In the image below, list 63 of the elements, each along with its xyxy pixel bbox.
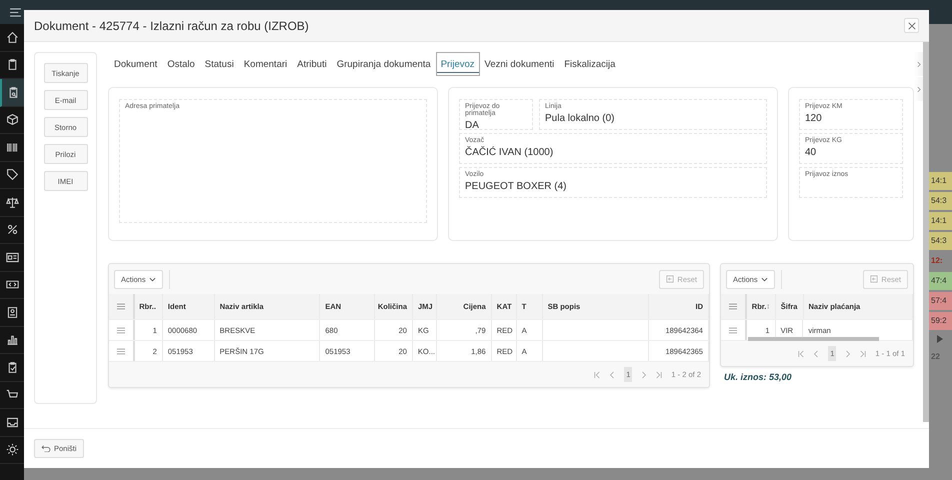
nav-item[interactable] bbox=[0, 79, 24, 106]
sort-icon[interactable] bbox=[767, 302, 770, 311]
menu-icon[interactable] bbox=[10, 8, 21, 16]
undo-icon bbox=[41, 445, 51, 452]
play-icon[interactable] bbox=[937, 335, 943, 343]
total-amount: Uk. iznos: 53,00 bbox=[723, 372, 793, 382]
tab[interactable]: Statusi bbox=[200, 52, 239, 76]
close-icon bbox=[908, 22, 916, 30]
tab[interactable]: Dokument bbox=[109, 52, 162, 76]
reset-icon bbox=[870, 275, 878, 283]
time-cell: 54:3 bbox=[929, 232, 952, 250]
time-cell: 47:4 bbox=[929, 272, 952, 290]
contact-book-icon bbox=[6, 306, 18, 319]
home-icon bbox=[6, 30, 18, 44]
scale-icon bbox=[6, 196, 18, 209]
barcode-icon bbox=[6, 140, 18, 154]
percent-icon bbox=[6, 223, 18, 236]
chevron-right-icon bbox=[916, 60, 920, 68]
time-text: 12: bbox=[930, 255, 944, 267]
time-cell: 14:1 bbox=[929, 172, 952, 190]
clipboard-check-icon bbox=[6, 360, 18, 374]
time-cell: 14:1 bbox=[929, 212, 952, 230]
scrollbar[interactable] bbox=[748, 337, 879, 341]
time-cell: 57:4 bbox=[929, 292, 952, 310]
row-menu-icon[interactable] bbox=[728, 326, 737, 334]
column-menu-icon[interactable] bbox=[116, 303, 125, 310]
last-page-icon[interactable] bbox=[656, 370, 662, 378]
scroll-right-button[interactable] bbox=[914, 77, 923, 101]
tab[interactable]: Komentari bbox=[238, 52, 292, 76]
clipboard-icon bbox=[6, 58, 18, 72]
ticket-icon bbox=[6, 278, 18, 292]
dialog-title: Dokument - 425774 - Izlazni račun za robu (IZROB) bbox=[34, 18, 310, 32]
scrollbar[interactable] bbox=[923, 42, 929, 422]
tab[interactable]: Atributi bbox=[292, 52, 332, 76]
time-cell: 59:2 bbox=[929, 312, 952, 330]
time-cell: 54:3 bbox=[929, 192, 952, 210]
tab[interactable]: Ostalo bbox=[162, 52, 200, 76]
chevron-down-icon bbox=[148, 276, 156, 282]
tab[interactable]: Prijevoz bbox=[436, 52, 480, 76]
tab[interactable]: Vezni dokumenti bbox=[480, 52, 560, 76]
bar-chart-icon bbox=[6, 333, 18, 346]
scroll-right-button[interactable] bbox=[914, 52, 923, 76]
tab[interactable]: Grupiranja dokumenta bbox=[332, 52, 436, 76]
row-menu-icon[interactable] bbox=[116, 348, 125, 354]
chevron-right-icon bbox=[916, 86, 920, 92]
first-page-icon[interactable] bbox=[798, 350, 804, 358]
chevron-down-icon bbox=[760, 276, 768, 282]
tab[interactable]: Fiskalizacija bbox=[559, 52, 620, 76]
previous-page-icon[interactable] bbox=[813, 350, 820, 358]
inbox-icon bbox=[6, 416, 18, 429]
next-page-icon[interactable] bbox=[845, 350, 852, 358]
last-page-icon[interactable] bbox=[860, 350, 866, 358]
row-menu-icon[interactable] bbox=[116, 326, 125, 334]
previous-page-icon[interactable] bbox=[609, 370, 616, 378]
reset-icon bbox=[666, 275, 674, 283]
box-icon bbox=[6, 113, 18, 126]
tag-icon bbox=[6, 168, 18, 182]
first-page-icon[interactable] bbox=[594, 370, 600, 378]
next-page-icon[interactable] bbox=[641, 370, 648, 378]
clipboard-search-icon bbox=[6, 86, 20, 99]
id-card-icon bbox=[6, 250, 18, 264]
column-menu-icon[interactable] bbox=[728, 303, 737, 310]
close-button[interactable] bbox=[904, 18, 919, 33]
